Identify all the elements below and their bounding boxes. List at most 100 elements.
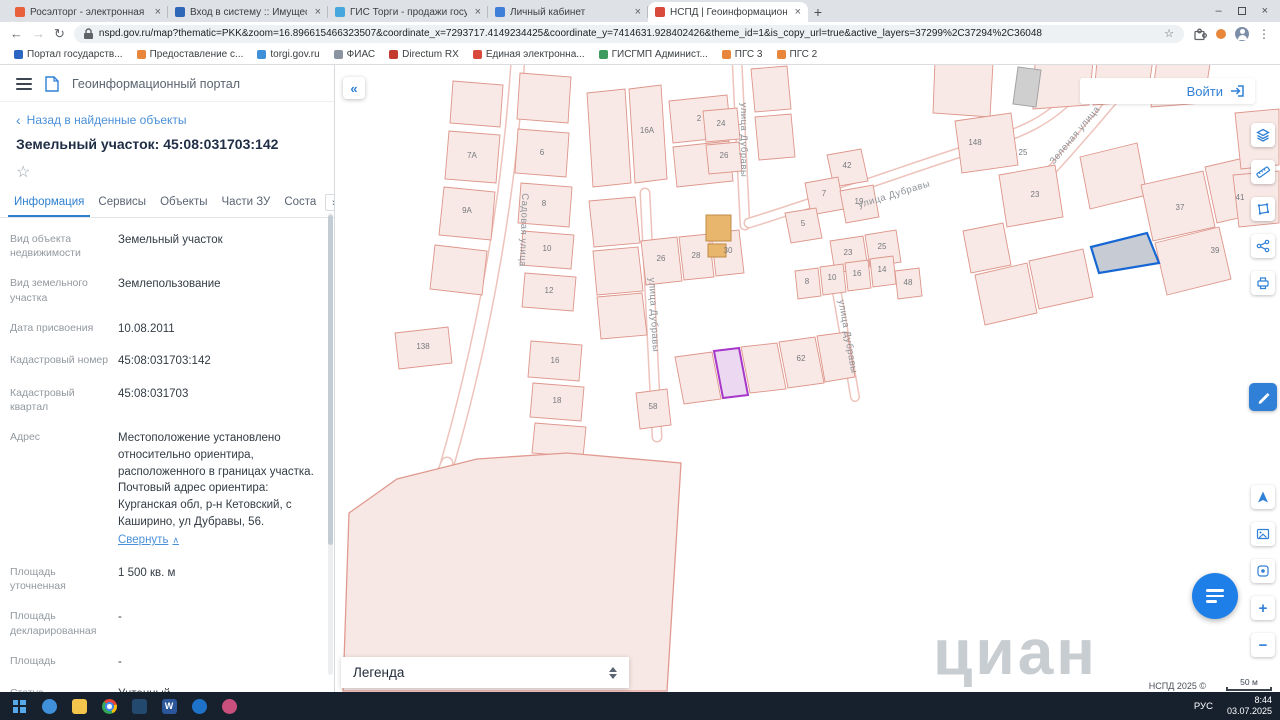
tab-objects[interactable]: Объекты bbox=[154, 188, 213, 217]
map-parcel[interactable] bbox=[531, 422, 587, 458]
map-parcel[interactable] bbox=[962, 222, 1012, 274]
bookmark-item[interactable]: ПГС 2 bbox=[771, 47, 824, 62]
map-parcel[interactable] bbox=[674, 351, 722, 405]
collapse-address-link[interactable]: Свернуть ∧ bbox=[118, 532, 179, 549]
extensions-puzzle-icon[interactable] bbox=[1193, 27, 1207, 41]
browser-menu-icon[interactable]: ⋮ bbox=[1258, 27, 1270, 41]
map-parcel[interactable] bbox=[586, 88, 632, 188]
login-button[interactable]: Войти bbox=[1187, 84, 1223, 99]
parcel-number-label: 6 bbox=[540, 148, 545, 157]
window-close-button[interactable]: × bbox=[1262, 5, 1268, 17]
bookmark-item[interactable]: torgi.gov.ru bbox=[251, 47, 325, 62]
share-icon[interactable] bbox=[1251, 234, 1275, 258]
taskbar-clock[interactable]: 8:44 03.07.2025 bbox=[1227, 695, 1272, 718]
tabs-scroll-right-button[interactable]: › bbox=[325, 194, 334, 211]
forward-icon[interactable]: → bbox=[32, 27, 45, 40]
taskbar-app-icon[interactable] bbox=[214, 692, 244, 720]
legend-toggle-icon[interactable] bbox=[609, 666, 617, 679]
map-building-gray[interactable] bbox=[1012, 66, 1042, 108]
tab-composition[interactable]: Соста bbox=[278, 188, 322, 217]
map-parcel[interactable] bbox=[516, 72, 572, 124]
zoom-in-button[interactable]: + bbox=[1251, 596, 1275, 620]
extension-icon[interactable] bbox=[1216, 28, 1226, 39]
tab-close-icon[interactable]: × bbox=[792, 6, 801, 18]
map-parcel[interactable] bbox=[1028, 248, 1094, 310]
browser-tab-nspd[interactable]: НСПД | Геоинформационный п... × bbox=[648, 2, 808, 22]
window-minimize-button[interactable]: – bbox=[1215, 5, 1221, 17]
menu-icon[interactable] bbox=[16, 78, 32, 90]
tab-close-icon[interactable]: × bbox=[312, 6, 321, 18]
bookmark-item[interactable]: Предоставление с... bbox=[131, 47, 250, 62]
map-parcel[interactable] bbox=[754, 113, 796, 161]
browser-tab-login[interactable]: Вход в систему :: Имущественн... × bbox=[168, 2, 328, 22]
map-parcel[interactable] bbox=[750, 65, 792, 113]
ruler-icon[interactable] bbox=[1251, 160, 1275, 184]
taskbar-app-icon[interactable] bbox=[184, 692, 214, 720]
panel-scrollbar[interactable] bbox=[328, 213, 333, 675]
map-parcel[interactable] bbox=[740, 342, 787, 394]
taskbar-app-icon[interactable] bbox=[124, 692, 154, 720]
legend-bar[interactable]: Легенда bbox=[341, 657, 629, 688]
window-maximize-button[interactable] bbox=[1237, 7, 1246, 15]
tab-close-icon[interactable]: × bbox=[472, 6, 481, 18]
chat-button[interactable] bbox=[1192, 573, 1238, 619]
print-icon[interactable] bbox=[1251, 271, 1275, 295]
collapse-panel-button[interactable]: « bbox=[343, 77, 365, 99]
map-parcel-highlight-blue[interactable] bbox=[1089, 231, 1161, 275]
folder-icon[interactable] bbox=[64, 692, 94, 720]
windows-taskbar: W РУС 8:44 03.07.2025 bbox=[0, 692, 1280, 720]
tab-close-icon[interactable]: × bbox=[632, 6, 641, 18]
draw-tool-button[interactable] bbox=[1249, 383, 1277, 411]
start-button[interactable] bbox=[4, 692, 34, 720]
map-parcel[interactable] bbox=[932, 65, 994, 118]
map-parcel[interactable] bbox=[954, 112, 1019, 174]
map-parcel[interactable] bbox=[1079, 142, 1148, 210]
keyboard-language[interactable]: РУС bbox=[1194, 701, 1213, 712]
map-area[interactable]: 6 8 10 12 16 18 58 138 7А 9А 16А 2 24 26 26 28 30 62 42 7 19… bbox=[335, 65, 1280, 692]
map-building-tan[interactable] bbox=[705, 214, 732, 242]
browser-tab-roseltorg[interactable]: Росэлторг - электронная торго... × bbox=[8, 2, 168, 22]
bookmark-item[interactable]: ФИАС bbox=[328, 47, 381, 62]
tab-favicon bbox=[335, 7, 345, 17]
location-icon[interactable] bbox=[1251, 559, 1275, 583]
reload-icon[interactable]: ↻ bbox=[54, 27, 65, 40]
scrollbar-thumb[interactable] bbox=[328, 215, 333, 545]
tab-parts[interactable]: Части ЗУ bbox=[216, 188, 277, 217]
bookmark-item[interactable]: ПГС 3 bbox=[716, 47, 769, 62]
back-icon[interactable]: ← bbox=[10, 27, 23, 40]
app-title: Геоинформационный портал bbox=[72, 77, 241, 91]
tab-services[interactable]: Сервисы bbox=[92, 188, 152, 217]
map-parcel[interactable] bbox=[429, 244, 488, 296]
area-measure-icon[interactable] bbox=[1251, 197, 1275, 221]
cursor-icon[interactable] bbox=[1251, 485, 1275, 509]
map-parcel[interactable] bbox=[588, 196, 641, 248]
cadastral-map[interactable]: 6810121618581387А9А16А2242626 28306242719… bbox=[335, 65, 1280, 692]
bookmark-item[interactable]: Directum RX bbox=[383, 47, 465, 62]
bookmark-item[interactable]: Портал государств... bbox=[8, 47, 129, 62]
layers-icon[interactable] bbox=[1251, 123, 1275, 147]
map-parcel[interactable] bbox=[449, 80, 504, 128]
bookmark-item[interactable]: ГИСГМП Админист... bbox=[593, 47, 714, 62]
url-bar[interactable]: nspd.gov.ru/map?thematic=PKK&zoom=16.896… bbox=[73, 24, 1184, 43]
browser-tab-gis-torgi[interactable]: ГИС Торги - продажи государс... × bbox=[328, 2, 488, 22]
zoom-out-button[interactable]: − bbox=[1251, 633, 1275, 657]
new-tab-button[interactable]: + bbox=[808, 2, 828, 22]
taskbar-app-icon[interactable] bbox=[34, 692, 64, 720]
chrome-icon[interactable] bbox=[94, 692, 124, 720]
tab-information[interactable]: Информация bbox=[8, 188, 91, 217]
bookmark-item[interactable]: Единая электронна... bbox=[467, 47, 591, 62]
bookmark-favicon bbox=[14, 50, 23, 59]
favorite-star-icon[interactable]: ☆ bbox=[16, 164, 30, 181]
map-parcel[interactable] bbox=[592, 246, 644, 296]
map-parcel[interactable] bbox=[974, 262, 1038, 326]
profile-avatar[interactable] bbox=[1235, 26, 1249, 41]
map-parcel-large[interactable] bbox=[342, 452, 682, 692]
map-parcel[interactable] bbox=[596, 292, 648, 340]
scale-bar: 50 м bbox=[1226, 677, 1272, 691]
back-link[interactable]: ‹ Назад в найденные объекты bbox=[0, 102, 334, 132]
tab-close-icon[interactable]: × bbox=[152, 6, 161, 18]
bookmark-star-icon[interactable]: ☆ bbox=[1164, 27, 1174, 40]
basemap-icon[interactable] bbox=[1251, 522, 1275, 546]
browser-tab-cabinet[interactable]: Личный кабинет × bbox=[488, 2, 648, 22]
word-icon[interactable]: W bbox=[154, 692, 184, 720]
